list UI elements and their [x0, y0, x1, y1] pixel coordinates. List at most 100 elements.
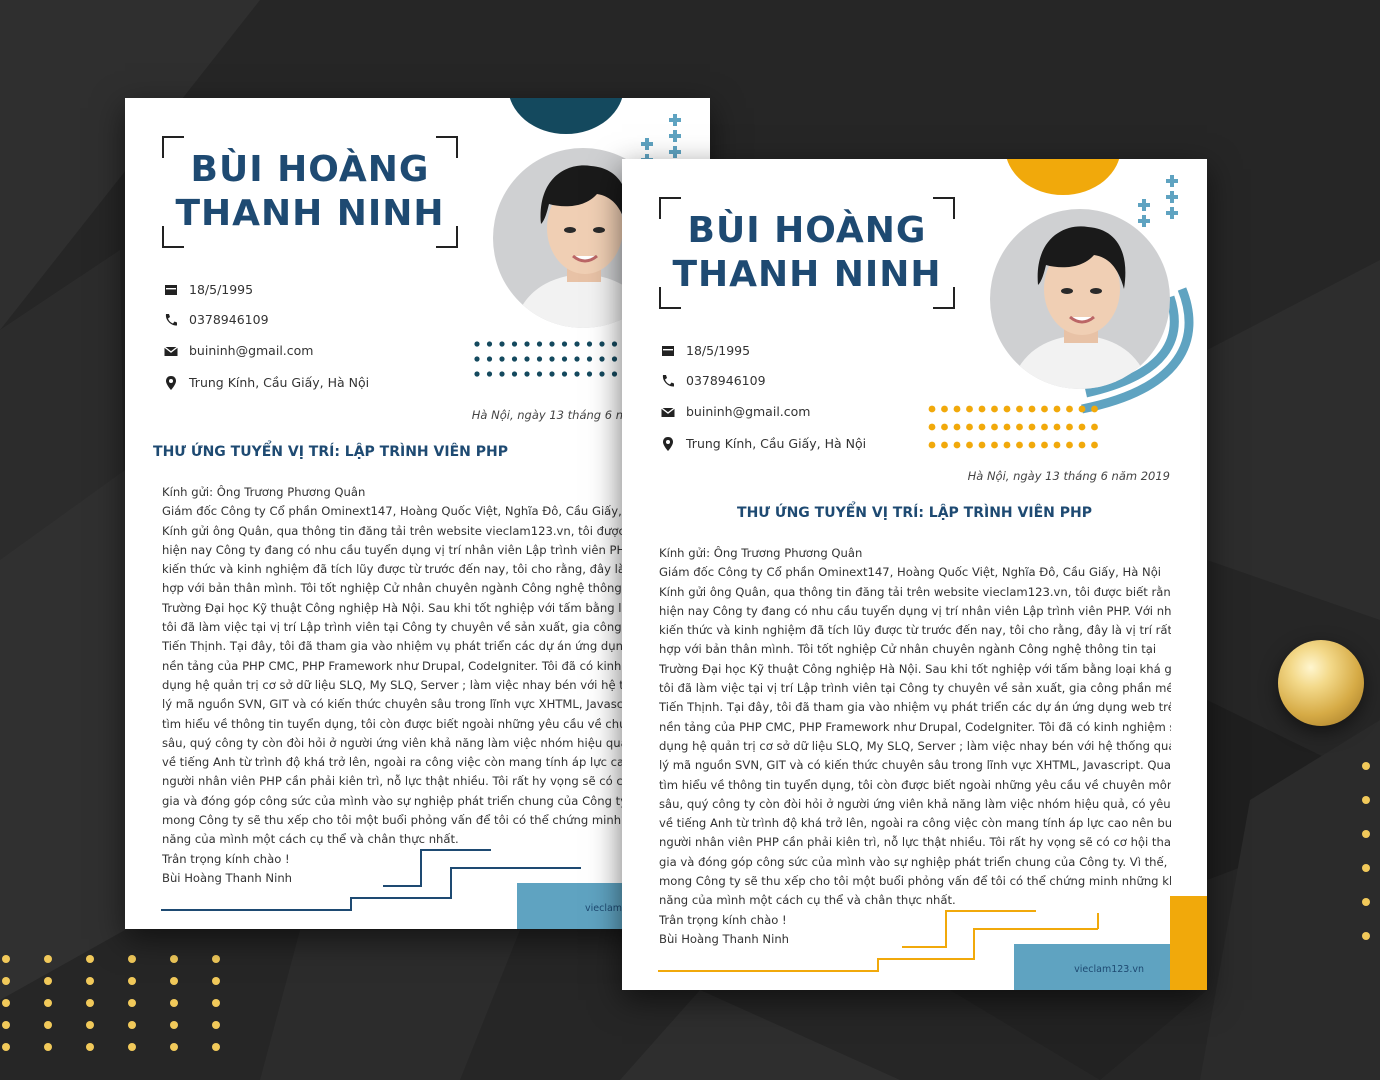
gold-sphere-decoration — [1278, 640, 1364, 726]
gold-dot — [2, 1021, 10, 1029]
email-icon — [661, 407, 675, 417]
gold-dot — [1362, 762, 1370, 770]
gold-dot — [44, 999, 52, 1007]
gold-dot — [2, 977, 10, 985]
gold-dot — [1362, 830, 1370, 838]
yellow-corner-block — [1170, 896, 1207, 990]
letter-line: lý mã nguồn SVN, GIT và có kiến thức chu… — [162, 697, 622, 712]
dots-decoration — [928, 405, 1098, 449]
gold-dot — [212, 1043, 220, 1051]
gold-dot — [2, 1043, 10, 1051]
name-frame: BÙI HOÀNG THANH NINH — [162, 136, 458, 248]
name-line-1: BÙI HOÀNG — [687, 210, 927, 251]
name-line-1: BÙI HOÀNG — [190, 149, 430, 190]
name-line-2: THANH NINH — [175, 193, 445, 234]
letter-line: Giám đốc Công ty Cổ phần Ominext147, Hoà… — [659, 565, 1162, 580]
letter-line: Trường Đại học Kỹ thuật Công nghiệp Hà N… — [659, 661, 1171, 676]
letter-line: kiến thức và kinh nghiệm đã tích lũy đượ… — [162, 562, 622, 577]
gold-dot — [1362, 898, 1370, 906]
letter-line: về tiếng Anh từ trình độ khá trở lên, ng… — [162, 755, 622, 770]
birthday-text: 18/5/1995 — [686, 343, 751, 358]
gold-dot — [170, 999, 178, 1007]
date-line: Hà Nội, ngày 13 tháng 6 năm 2019 — [967, 469, 1170, 483]
gold-dot — [128, 955, 136, 963]
gold-dot — [86, 1021, 94, 1029]
gold-dot — [86, 999, 94, 1007]
letter-line: hiện nay Công ty đang có nhu cầu tuyển d… — [162, 542, 622, 557]
letter-line: hợp với bản thân mình. Tôi tốt nghiệp Cử… — [162, 581, 622, 596]
letter-line: gia và đóng góp công sức của mình vào sự… — [162, 793, 622, 808]
letter-line: hiện nay Công ty đang có nhu cầu tuyển d… — [659, 603, 1171, 618]
gold-dot — [44, 1021, 52, 1029]
gold-dot — [86, 977, 94, 985]
letter-line: tìm hiểu về thông tin tuyển dụng, tôi cò… — [659, 777, 1171, 792]
letter-line: sâu, quý công ty còn đòi hỏi ở người ứng… — [162, 735, 622, 750]
letter-line: người nhân viên PHP cần phải kiên trì, n… — [162, 774, 622, 789]
cover-letter-front: BÙI HOÀNG THANH NINH 18/5/1995 037894610… — [622, 159, 1207, 990]
location-pin-icon — [166, 376, 176, 390]
gold-dot — [1362, 864, 1370, 872]
position-title: THƯ ỨNG TUYỂN VỊ TRÍ: LẬP TRÌNH VIÊN PHP — [737, 505, 1092, 521]
letter-line: Kính gửi ông Quân, qua thông tin đăng tả… — [659, 584, 1171, 599]
letter-line: Tiến Thịnh. Tại đây, tôi đã tham gia vào… — [659, 700, 1171, 715]
letter-line: tìm hiểu về thông tin tuyển dụng, tôi cò… — [162, 716, 622, 731]
letter-line: Kính gửi: Ông Trương Phương Quân — [659, 546, 863, 560]
dots-decoration — [474, 341, 618, 377]
profile-photo — [990, 209, 1170, 389]
gold-dot — [212, 977, 220, 985]
letter-line: tôi đã làm việc tại vị trí Lập trình viê… — [162, 620, 622, 635]
plus-pattern-decoration — [1138, 175, 1178, 227]
gold-dot — [212, 999, 220, 1007]
gold-dot — [128, 1043, 136, 1051]
letter-line: nền tảng của PHP CMC, PHP Framework như … — [162, 658, 622, 673]
gold-dot — [44, 955, 52, 963]
name-frame: BÙI HOÀNG THANH NINH — [659, 197, 955, 309]
gold-dot — [86, 1043, 94, 1051]
position-title: THƯ ỨNG TUYỂN VỊ TRÍ: LẬP TRÌNH VIÊN PHP — [153, 444, 508, 460]
calendar-icon — [165, 285, 177, 295]
phone-icon — [662, 375, 674, 387]
letter-line: gia và đóng góp công sức của mình vào sự… — [659, 854, 1171, 869]
address-text: Trung Kính, Cầu Giấy, Hà Nội — [686, 436, 867, 451]
gold-dot — [170, 977, 178, 985]
gold-dot — [128, 999, 136, 1007]
gold-dot — [128, 1021, 136, 1029]
letter-line: Tiến Thịnh. Tại đây, tôi đã tham gia vào… — [162, 639, 622, 654]
letter-line: sâu, quý công ty còn đòi hỏi ở người ứng… — [659, 796, 1171, 811]
name-line-2: THANH NINH — [672, 254, 942, 295]
letter-line: lý mã nguồn SVN, GIT và có kiến thức chu… — [659, 758, 1171, 773]
letter-line: Kính gửi ông Quân, qua thông tin đăng tả… — [162, 523, 622, 538]
birthday-text: 18/5/1995 — [189, 282, 254, 297]
location-pin-icon — [663, 437, 673, 451]
footer-box: vieclam123.vn — [1014, 944, 1170, 990]
phone-icon — [165, 314, 177, 326]
gold-dot — [170, 955, 178, 963]
gold-dot — [44, 1043, 52, 1051]
address-text: Trung Kính, Cầu Giấy, Hà Nội — [189, 375, 370, 390]
gold-dot — [2, 999, 10, 1007]
gold-dot — [2, 955, 10, 963]
letter-line: Kính gửi: Ông Trương Phương Quân — [162, 485, 366, 499]
letter-line: nền tảng của PHP CMC, PHP Framework như … — [659, 719, 1171, 734]
gold-dot — [1362, 932, 1370, 940]
top-circle-decoration — [1005, 159, 1121, 195]
gold-dot — [44, 977, 52, 985]
letter-line: kiến thức và kinh nghiệm đã tích lũy đượ… — [659, 623, 1171, 638]
gold-dot — [170, 1021, 178, 1029]
email-text: buininh@gmail.com — [189, 343, 314, 358]
gold-dot — [212, 955, 220, 963]
letter-line: về tiếng Anh từ trình độ khá trở lên, ng… — [659, 816, 1171, 831]
gold-dot — [128, 977, 136, 985]
gold-dot — [170, 1043, 178, 1051]
phone-text: 0378946109 — [686, 373, 766, 388]
gold-dot — [212, 1021, 220, 1029]
email-text: buininh@gmail.com — [686, 404, 811, 419]
letter-line: tôi đã làm việc tại vị trí Lập trình viê… — [659, 681, 1171, 696]
letter-line: dụng hệ quản trị cơ sở dữ liệu SLQ, My S… — [162, 677, 622, 692]
letter-line: người nhân viên PHP cần phải kiên trì, n… — [659, 835, 1171, 850]
phone-text: 0378946109 — [189, 312, 269, 327]
gold-dot — [1362, 796, 1370, 804]
email-icon — [164, 346, 178, 356]
gold-dot — [86, 955, 94, 963]
top-circle-decoration — [508, 98, 624, 134]
